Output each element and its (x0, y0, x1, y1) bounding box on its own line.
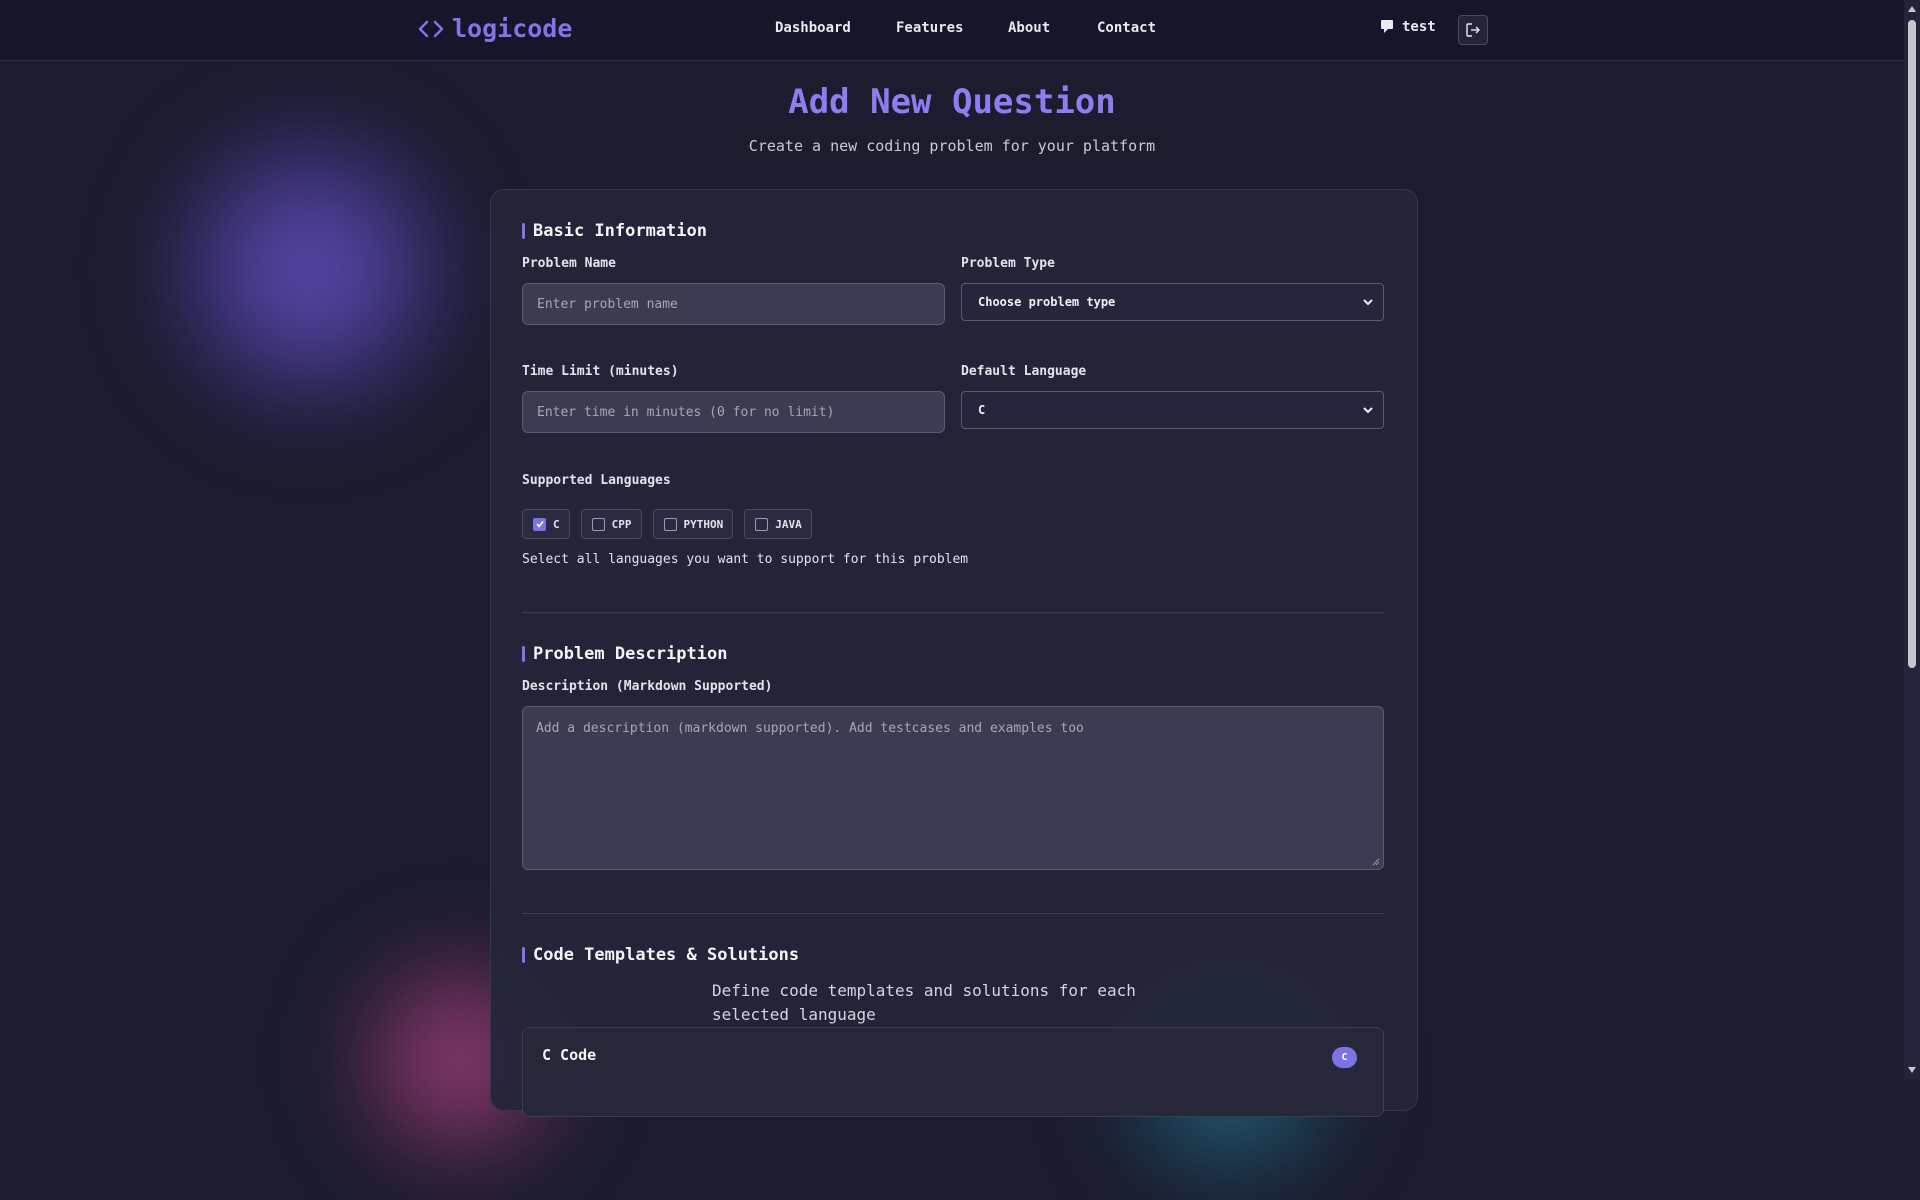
section-title-text: Code Templates & Solutions (533, 945, 800, 965)
resize-handle-icon[interactable] (1372, 858, 1380, 866)
section-accent-bar (522, 223, 525, 239)
language-option-label: PYTHON (683, 517, 724, 531)
background-glow-purple (150, 110, 470, 430)
description-placeholder: Add a description (markdown supported). … (536, 721, 1084, 736)
checkmark-icon (535, 521, 544, 528)
code-brackets-icon (418, 20, 444, 37)
code-panel-title: C Code (542, 1046, 597, 1064)
scroll-down-arrow-icon[interactable] (1908, 1066, 1916, 1074)
page-title: Add New Question (788, 82, 1116, 122)
nav-link-features[interactable]: Features (896, 20, 963, 36)
checkbox-unchecked[interactable] (755, 517, 769, 531)
checkbox-unchecked[interactable] (591, 517, 605, 531)
default-language-select[interactable]: C (961, 391, 1384, 429)
section-divider (522, 612, 1384, 613)
problem-name-input[interactable] (522, 283, 945, 325)
language-option-python[interactable]: PYTHON (652, 509, 734, 539)
language-option-label: CPP (611, 517, 632, 531)
section-divider (522, 913, 1384, 914)
top-navbar: logicode Dashboard Features About Contac… (0, 0, 1904, 61)
brand-name: logicode (452, 14, 573, 43)
problem-name-label: Problem Name (522, 256, 616, 271)
problem-type-select[interactable]: Choose problem type (961, 283, 1384, 321)
description-textarea[interactable]: Add a description (markdown supported). … (522, 706, 1384, 870)
language-option-label: C (553, 517, 560, 531)
default-language-label: Default Language (961, 364, 1087, 379)
language-option-java[interactable]: JAVA (744, 509, 812, 539)
add-question-form: Basic Information Problem Name Problem T… (490, 189, 1418, 1117)
description-label: Description (Markdown Supported) (522, 679, 773, 694)
brand-logo[interactable]: logicode (418, 14, 572, 43)
section-title-text: Problem Description (533, 644, 728, 664)
time-limit-label: Time Limit (minutes) (522, 364, 679, 379)
page-subtitle: Create a new coding problem for your pla… (748, 137, 1156, 155)
supported-languages-label: Supported Languages (522, 473, 671, 488)
section-title-basic-info: Basic Information (522, 221, 707, 241)
section-accent-bar (522, 646, 525, 662)
user-menu[interactable]: test (1380, 19, 1436, 35)
nav-link-about[interactable]: About (1008, 20, 1050, 36)
nav-link-contact[interactable]: Contact (1097, 20, 1156, 36)
section-accent-bar (522, 947, 525, 963)
language-badge: C (1332, 1047, 1357, 1068)
chevron-down-icon (1363, 407, 1373, 414)
language-option-label: JAVA (775, 517, 802, 531)
problem-type-value: Choose problem type (978, 295, 1116, 309)
default-language-value: C (978, 403, 986, 417)
problem-type-label: Problem Type (961, 256, 1055, 271)
languages-helper-text: Select all languages you want to support… (522, 552, 969, 567)
language-option-cpp[interactable]: CPP (580, 509, 642, 539)
section-title-code-templates: Code Templates & Solutions (522, 945, 799, 965)
section-title-text: Basic Information (533, 221, 707, 241)
page-scrollbar[interactable] (1904, 0, 1920, 1080)
user-chat-icon (1381, 20, 1393, 33)
checkbox-checked[interactable] (533, 517, 546, 531)
section-title-problem-description: Problem Description (522, 644, 727, 664)
logout-button[interactable] (1458, 15, 1488, 45)
user-name: test (1402, 19, 1436, 35)
code-template-panel-c: C Code C (522, 1027, 1384, 1117)
chevron-down-icon (1363, 299, 1373, 306)
nav-link-dashboard[interactable]: Dashboard (775, 20, 851, 36)
time-limit-input[interactable] (522, 391, 945, 433)
scroll-up-arrow-icon[interactable] (1908, 5, 1916, 13)
supported-languages-group: C CPP PYTHON JAVA (522, 509, 812, 539)
language-option-c[interactable]: C (522, 509, 570, 539)
logout-icon (1466, 23, 1480, 37)
checkbox-unchecked[interactable] (663, 517, 677, 531)
templates-description: Define code templates and solutions for … (712, 981, 1136, 1024)
scrollbar-thumb[interactable] (1908, 20, 1916, 668)
